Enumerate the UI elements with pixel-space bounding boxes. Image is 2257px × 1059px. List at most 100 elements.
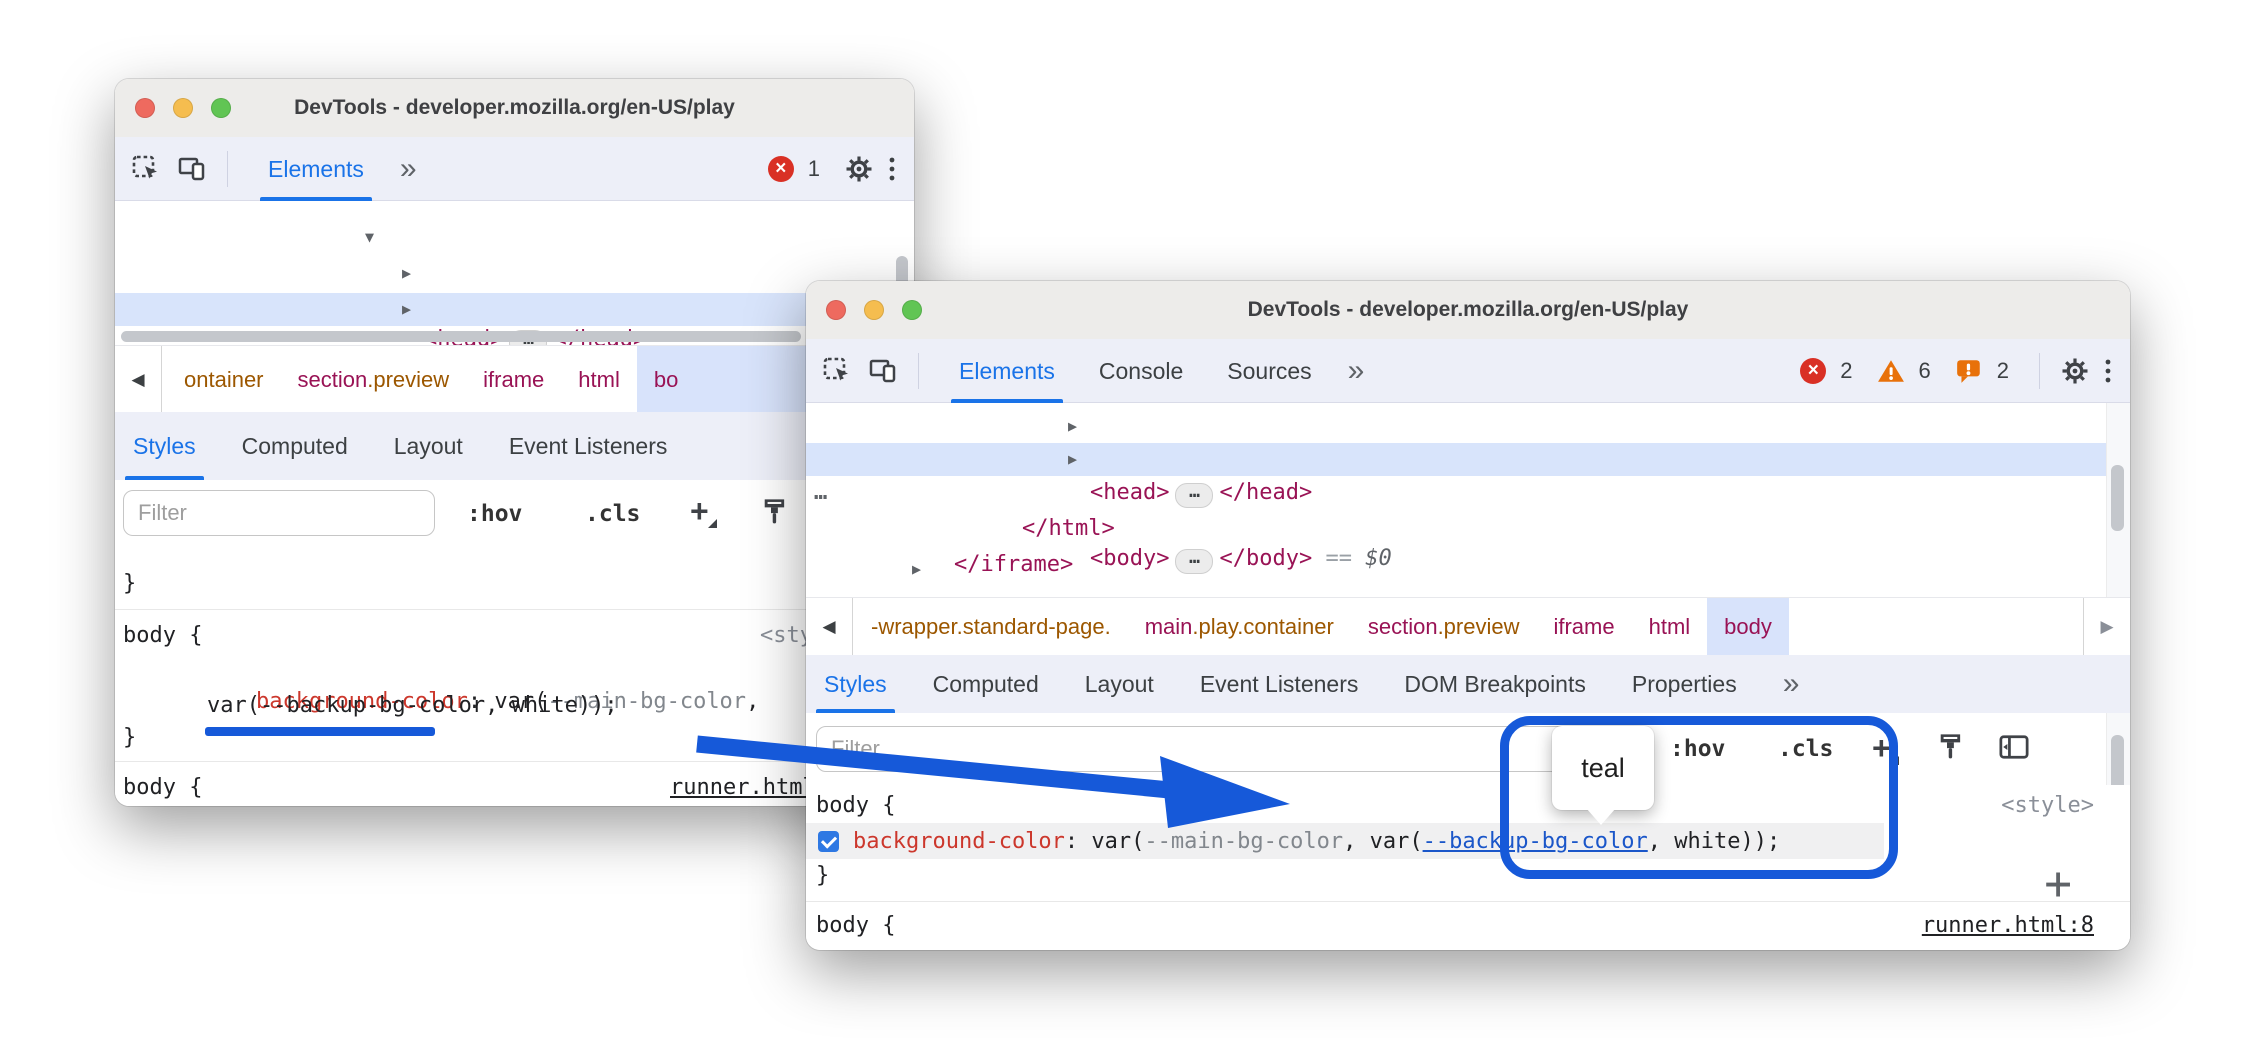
declaration-checkbox[interactable] bbox=[818, 831, 839, 852]
breadcrumb-item-main-play-container[interactable]: main.play.container bbox=[1128, 598, 1351, 656]
error-count: 1 bbox=[808, 156, 820, 182]
expand-arrow-icon[interactable]: ▶ bbox=[1068, 443, 1077, 476]
paintbrush-icon[interactable] bbox=[1936, 731, 1966, 763]
expand-arrow-icon[interactable]: ▶ bbox=[912, 553, 921, 586]
sidebar-tabs: Styles Computed Layout Event Listeners bbox=[115, 412, 914, 480]
breadcrumb-item-iframe[interactable]: iframe bbox=[466, 346, 561, 413]
tree-row-head[interactable]: ▶ <head>…</head> bbox=[806, 410, 2130, 443]
hover-pseudo-button[interactable]: :hov bbox=[467, 480, 522, 547]
breadcrumb-item-html[interactable]: html bbox=[561, 346, 637, 413]
breadcrumb-item-iframe[interactable]: iframe bbox=[1536, 598, 1631, 656]
declaration-row[interactable]: background-color: var(--main-bg-color, v… bbox=[806, 823, 2130, 859]
tab-event-listeners[interactable]: Event Listeners bbox=[1200, 655, 1359, 713]
gear-icon[interactable] bbox=[2060, 356, 2090, 386]
tab-layout[interactable]: Layout bbox=[394, 412, 463, 480]
toggle-class-button[interactable]: .cls bbox=[585, 480, 640, 547]
declaration-line-2[interactable]: var(--backup-bg-color, white)); bbox=[207, 691, 618, 721]
sidebar-toggle-icon[interactable] bbox=[1998, 733, 2030, 761]
titlebar: DevTools - developer.mozilla.org/en-US/p… bbox=[115, 79, 914, 138]
breadcrumb-item-body[interactable]: body bbox=[1707, 598, 1789, 656]
error-count: 2 bbox=[1840, 358, 1852, 384]
breadcrumb-item-section-preview[interactable]: section.preview bbox=[281, 346, 467, 413]
clipped-rule: element.style { bbox=[123, 547, 914, 563]
issue-count: 2 bbox=[1997, 358, 2009, 384]
expand-arrow-icon[interactable]: ▶ bbox=[1068, 410, 1077, 443]
styles-pane: body { <style> background-color: var(--m… bbox=[806, 785, 2130, 950]
tree-row-html-close[interactable]: </html> bbox=[806, 479, 2130, 512]
device-toolbar-icon[interactable] bbox=[177, 154, 207, 184]
tree-row-play-console[interactable]: ▶ <div id="play-console">…</div>flex bbox=[806, 553, 2130, 586]
more-tabs-icon[interactable]: » bbox=[1348, 354, 1364, 388]
issues-badge-icon[interactable] bbox=[1955, 357, 1983, 385]
inspect-element-icon[interactable] bbox=[822, 356, 852, 386]
more-tabs-icon[interactable]: » bbox=[1783, 667, 1799, 701]
doctype-row: <!DOCTYPE html> bbox=[295, 201, 914, 216]
breadcrumb-item-body[interactable]: bo bbox=[637, 346, 831, 413]
expand-arrow-icon[interactable]: ▶ bbox=[402, 257, 411, 290]
tree-row-html[interactable]: ▼ <html lang="en"> bbox=[115, 221, 914, 254]
vertical-scrollbar[interactable] bbox=[2111, 465, 2124, 531]
breadcrumb-back-icon[interactable]: ◀ bbox=[806, 598, 853, 656]
devtools-toolbar: Elements Console Sources » × 2 6 2 bbox=[806, 339, 2130, 403]
tab-console[interactable]: Console bbox=[1099, 339, 1183, 403]
devtools-window-front: DevTools - developer.mozilla.org/en-US/p… bbox=[806, 281, 2130, 950]
dom-tree: <!DOCTYPE html> ▼ <html lang="en"> ▶ <he… bbox=[115, 201, 914, 345]
stylesheet-link[interactable]: runner.html:8 bbox=[1922, 911, 2094, 941]
style-origin-link[interactable]: <style> bbox=[2001, 791, 2094, 821]
kebab-menu-icon[interactable] bbox=[2104, 356, 2112, 386]
tooltip-text: teal bbox=[1581, 753, 1625, 784]
tree-row-body-selected[interactable]: … ▶ <body>…</body> == $0 bbox=[115, 293, 914, 326]
error-badge-icon[interactable]: × bbox=[768, 156, 794, 182]
tab-elements[interactable]: Elements bbox=[268, 137, 364, 201]
breadcrumb-item-container[interactable]: ontainer bbox=[167, 346, 281, 413]
tree-row-iframe-close[interactable]: </iframe> bbox=[806, 515, 2130, 548]
expand-arrow-icon[interactable]: ▶ bbox=[402, 293, 411, 326]
paintbrush-icon[interactable] bbox=[760, 496, 790, 528]
styles-filter-bar: :hov .cls + bbox=[806, 713, 2130, 786]
tab-styles[interactable]: Styles bbox=[824, 655, 887, 713]
more-tabs-icon[interactable]: » bbox=[400, 152, 416, 186]
tab-dom-breakpoints[interactable]: DOM Breakpoints bbox=[1404, 655, 1586, 713]
tab-properties[interactable]: Properties bbox=[1632, 655, 1737, 713]
collapse-arrow-icon[interactable]: ▼ bbox=[365, 221, 374, 254]
toolbar-divider bbox=[227, 151, 228, 187]
toolbar-divider bbox=[918, 353, 919, 389]
tab-sources[interactable]: Sources bbox=[1227, 339, 1311, 403]
rule-selector[interactable]: body { bbox=[123, 621, 202, 651]
breadcrumb-back-icon[interactable]: ◀ bbox=[115, 346, 162, 413]
new-style-rule-button[interactable]: + bbox=[690, 496, 709, 526]
add-declaration-button[interactable]: + bbox=[2044, 863, 2072, 903]
rule-selector[interactable]: body { bbox=[816, 791, 895, 821]
kebab-menu-icon[interactable] bbox=[888, 154, 896, 184]
horizontal-scrollbar[interactable] bbox=[121, 331, 801, 342]
breadcrumb: ◀ ontainer section.preview iframe html b… bbox=[115, 345, 914, 414]
tab-elements[interactable]: Elements bbox=[959, 339, 1055, 403]
tab-layout[interactable]: Layout bbox=[1085, 655, 1154, 713]
filter-input[interactable] bbox=[123, 490, 435, 536]
window-title: DevTools - developer.mozilla.org/en-US/p… bbox=[806, 281, 2130, 339]
tab-styles[interactable]: Styles bbox=[133, 412, 196, 480]
tree-row-head[interactable]: ▶ <head>…</head> bbox=[115, 257, 914, 290]
rule-selector[interactable]: body { bbox=[816, 911, 895, 941]
tree-row-body-selected[interactable]: … ▶ <body>…</body> == $0 bbox=[806, 443, 2130, 476]
status-badges: × 2 6 2 bbox=[1800, 353, 2112, 389]
warning-badge-icon[interactable] bbox=[1877, 358, 1905, 384]
gear-icon[interactable] bbox=[844, 154, 874, 184]
device-toolbar-icon[interactable] bbox=[868, 356, 898, 386]
breadcrumb-item-wrapper[interactable]: -wrapper.standard-page. bbox=[854, 598, 1128, 656]
error-badge-icon[interactable]: × bbox=[1800, 358, 1826, 384]
styles-filter-bar: :hov .cls + bbox=[115, 480, 914, 548]
rule-selector[interactable]: body { bbox=[123, 773, 202, 803]
titlebar: DevTools - developer.mozilla.org/en-US/p… bbox=[806, 281, 2130, 340]
tab-event-listeners[interactable]: Event Listeners bbox=[509, 412, 668, 480]
breadcrumb-item-html[interactable]: html bbox=[1632, 598, 1708, 656]
tab-computed[interactable]: Computed bbox=[933, 655, 1039, 713]
warning-count: 6 bbox=[1919, 358, 1931, 384]
screenshot-stage: DevTools - developer.mozilla.org/en-US/p… bbox=[0, 0, 2257, 1059]
breadcrumb-forward-icon[interactable]: ▶ bbox=[2083, 598, 2130, 656]
inspect-element-icon[interactable] bbox=[131, 154, 161, 184]
tab-computed[interactable]: Computed bbox=[242, 412, 348, 480]
breadcrumb-item-section-preview[interactable]: section.preview bbox=[1351, 598, 1537, 656]
breadcrumb: ◀ -wrapper.standard-page. main.play.cont… bbox=[806, 597, 2130, 657]
styles-pane: element.style { } body { <style> backgro… bbox=[115, 547, 914, 806]
